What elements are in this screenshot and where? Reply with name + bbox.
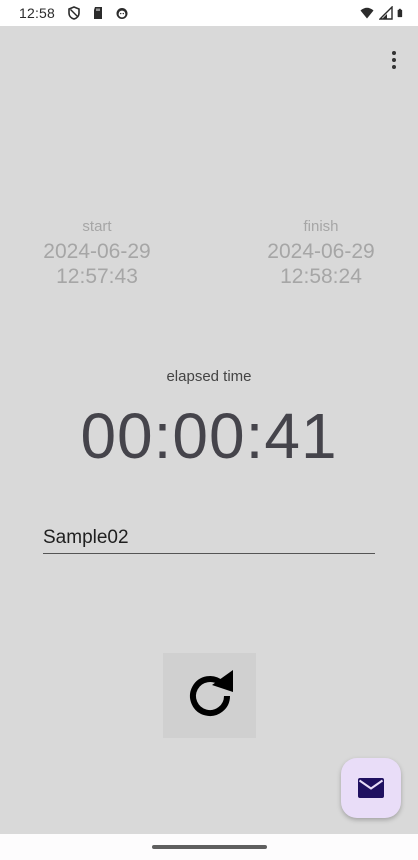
status-left-icons <box>67 6 129 20</box>
start-block: start 2024-06-29 12:57:43 <box>22 218 172 289</box>
shield-icon <box>68 6 80 20</box>
finish-label: finish <box>303 218 339 235</box>
wifi-icon <box>360 7 374 19</box>
sd-card-icon <box>94 7 103 19</box>
elapsed-label: elapsed time <box>166 368 252 385</box>
start-label: start <box>82 218 112 235</box>
more-vert-icon[interactable] <box>382 46 406 74</box>
finish-time: 12:58:24 <box>280 265 362 288</box>
home-gesture-handle[interactable] <box>151 845 267 849</box>
finish-date: 2024-06-29 <box>267 240 375 263</box>
start-time: 12:57:43 <box>56 265 138 288</box>
refresh-button[interactable] <box>163 653 256 738</box>
signal-icon <box>379 6 393 20</box>
refresh-icon <box>189 669 233 716</box>
name-input[interactable] <box>43 522 375 554</box>
navigation-bar <box>0 834 418 860</box>
finish-block: finish 2024-06-29 12:58:24 <box>246 218 396 289</box>
mail-icon <box>358 778 384 798</box>
elapsed-time-display: 00:00:41 <box>80 400 338 472</box>
status-time: 12:58 <box>19 5 56 21</box>
status-right-icons <box>359 6 406 20</box>
status-bar: 12:58 <box>0 0 418 26</box>
battery-icon <box>397 8 403 18</box>
mail-fab[interactable] <box>341 758 401 818</box>
start-date: 2024-06-29 <box>43 240 151 263</box>
face-icon <box>116 8 128 19</box>
